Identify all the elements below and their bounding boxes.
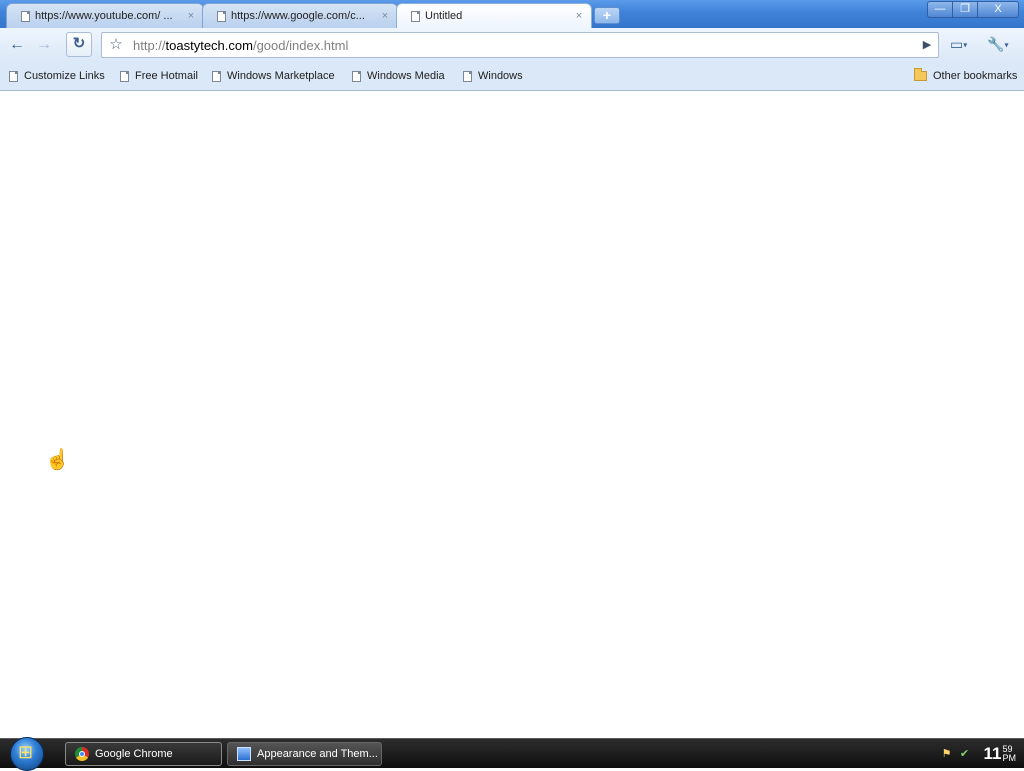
go-icon[interactable]: ▶ (919, 37, 935, 53)
tab-title: https://www.google.com/c... (231, 10, 365, 22)
hand-cursor-icon: ☝ (45, 449, 70, 471)
chevron-down-icon: ▾ (1004, 40, 1009, 50)
tab-close-icon[interactable]: × (573, 10, 585, 22)
forward-button[interactable]: → (32, 33, 56, 57)
taskbar: Google Chrome Appearance and Them... ⚑ ✔… (0, 737, 1024, 771)
control-panel-icon (237, 747, 251, 761)
wrench-icon: 🔧 (987, 36, 1005, 52)
bookmark-free-hotmail[interactable]: Free Hotmail (120, 70, 198, 82)
tools-menu-button[interactable]: 🔧▾ (987, 34, 1008, 54)
url-scheme: http:// (133, 38, 166, 53)
bookmark-windows-marketplace[interactable]: Windows Marketplace (212, 70, 335, 82)
page-icon (9, 70, 18, 82)
page-icon (212, 70, 221, 82)
taskbar-item-google-chrome[interactable]: Google Chrome (65, 742, 222, 766)
address-bar[interactable]: ☆ http://toastytech.com/good/index.html … (101, 32, 939, 58)
tab-close-icon[interactable]: × (379, 10, 391, 22)
tab-strip: https://www.youtube.com/ ... × https://w… (0, 0, 1024, 28)
bookmark-customize-links[interactable]: Customize Links (9, 70, 105, 82)
minimize-button[interactable]: — (927, 1, 953, 18)
tab-title: https://www.youtube.com/ ... (35, 10, 173, 22)
page-menu-icon: ▭ (950, 36, 964, 52)
network-icon[interactable]: ⚑ (940, 747, 954, 761)
restore-button[interactable]: ❐ (952, 1, 978, 18)
page-icon (352, 70, 361, 82)
tab-untitled[interactable]: Untitled × (396, 3, 592, 28)
page-icon (463, 70, 472, 82)
chevron-down-icon: ▾ (963, 40, 968, 50)
clock-hour: 11 (983, 743, 1002, 763)
reload-button[interactable]: ↻ (66, 32, 92, 57)
chrome-icon (75, 747, 89, 761)
clock[interactable]: 11 59 PM (984, 744, 1016, 764)
tab-youtube[interactable]: https://www.youtube.com/ ... × (6, 3, 204, 28)
page-icon (21, 10, 30, 22)
tab-google[interactable]: https://www.google.com/c... × (202, 3, 398, 28)
url-host: toastytech.com (165, 38, 253, 53)
bookmarks-bar: Customize Links Free Hotmail Windows Mar… (0, 62, 1024, 91)
bookmark-label: Windows Marketplace (227, 70, 335, 82)
tab-title: Untitled (425, 10, 463, 22)
star-bookmark-icon[interactable]: ☆ (106, 35, 126, 55)
bookmark-label: Windows Media (367, 70, 445, 82)
navigation-toolbar: ← → ↻ ☆ http://toastytech.com/good/index… (0, 28, 1024, 62)
page-menu-button[interactable]: ▭▾ (950, 34, 967, 54)
bookmark-windows-media[interactable]: Windows Media (352, 70, 445, 82)
back-button[interactable]: ← (5, 33, 29, 57)
bookmark-label: Free Hotmail (135, 70, 198, 82)
system-tray: ⚑ ✔ 11 59 PM (940, 739, 1024, 768)
url-text[interactable]: http://toastytech.com/good/index.html (133, 38, 348, 53)
clock-ampm: PM (1002, 752, 1017, 763)
safely-remove-icon[interactable]: ✔ (958, 747, 972, 761)
other-bookmarks-button[interactable]: Other bookmarks (914, 68, 1018, 82)
bookmark-label: Customize Links (24, 70, 105, 82)
bookmark-label: Windows (478, 70, 523, 82)
start-button[interactable] (10, 737, 44, 771)
page-icon (411, 10, 420, 22)
taskbar-item-appearance-themes[interactable]: Appearance and Them... (227, 742, 382, 766)
taskbar-item-label: Google Chrome (95, 748, 173, 760)
bookmark-windows[interactable]: Windows (463, 70, 523, 82)
url-path: /good/index.html (252, 38, 349, 53)
page-icon (120, 70, 129, 82)
new-tab-button[interactable]: + (594, 7, 620, 24)
close-window-button[interactable]: X (977, 1, 1019, 18)
other-bookmarks-label: Other bookmarks (933, 70, 1018, 82)
page-content[interactable] (0, 91, 1024, 738)
taskbar-item-label: Appearance and Them... (257, 748, 378, 760)
folder-icon (914, 68, 927, 81)
tab-close-icon[interactable]: × (185, 10, 197, 22)
page-icon (217, 10, 226, 22)
